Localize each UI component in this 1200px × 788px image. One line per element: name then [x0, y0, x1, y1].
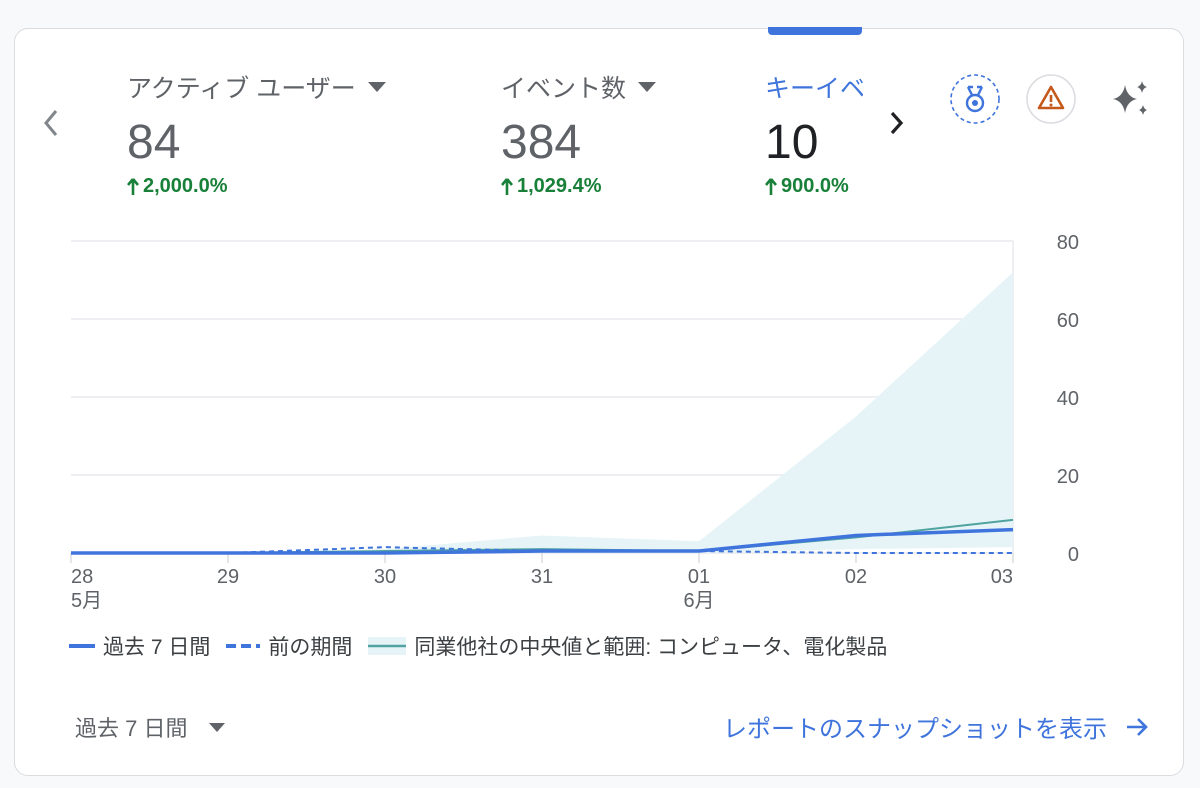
x-tick-label: 30	[374, 566, 396, 588]
caret-down-icon	[209, 722, 226, 732]
view-report-snapshot-link[interactable]: レポートのスナップショットを表示	[723, 709, 1149, 744]
solid-line-swatch	[69, 643, 95, 649]
date-range-selector[interactable]: 過去 7 日間	[75, 711, 226, 743]
chart-legend: 過去 7 日間 前の期間 同業他社の中央値と範囲: コンピュータ、電化製品	[69, 631, 903, 661]
x-month-label: 6月	[683, 590, 714, 612]
x-tick-label: 31	[531, 566, 553, 588]
y-tick-label: 80	[1057, 232, 1079, 254]
x-tick-label: 02	[845, 566, 867, 588]
summary-card: アクティブ ユーザー 84 2,000.0% イベント数 384 1,029.4…	[14, 27, 1184, 776]
legend-item-previous: 前の期間	[226, 631, 352, 661]
x-tick-label: 28	[71, 566, 93, 588]
legend-item-current: 過去 7 日間	[69, 631, 210, 661]
trend-chart: 0 20 40 60 80 285月 29 30 31 016月 02 03	[70, 232, 1079, 612]
dashed-line-swatch	[226, 643, 261, 649]
y-tick-label: 40	[1057, 388, 1079, 410]
link-label: レポートのスナップショットを表示	[723, 716, 1107, 743]
band-swatch	[368, 637, 407, 655]
legend-label: 過去 7 日間	[103, 636, 211, 659]
legend-item-benchmark: 同業他社の中央値と範囲: コンピュータ、電化製品	[368, 631, 887, 661]
benchmark-range-band	[71, 272, 1013, 553]
x-tick-label: 03	[991, 566, 1013, 588]
x-tick-label: 01	[688, 566, 710, 588]
y-tick-label: 60	[1057, 310, 1079, 332]
y-tick-label: 0	[1068, 544, 1079, 566]
x-month-label: 5月	[71, 590, 102, 612]
y-tick-label: 20	[1057, 466, 1079, 488]
x-tick-label: 29	[217, 566, 239, 588]
legend-label: 同業他社の中央値と範囲: コンピュータ、電化製品	[414, 636, 888, 659]
arrow-right-icon	[1125, 717, 1149, 737]
date-range-label: 過去 7 日間	[75, 716, 188, 741]
legend-label: 前の期間	[268, 636, 353, 659]
